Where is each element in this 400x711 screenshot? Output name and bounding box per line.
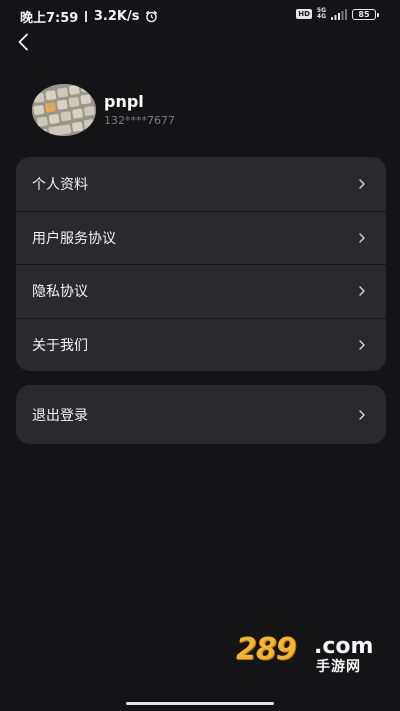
chevron-left-icon — [17, 33, 29, 51]
watermark-logo: 289 .com 手游网 — [236, 630, 380, 675]
logout-button[interactable]: 退出登录 — [16, 385, 386, 444]
network-type: 5G 4G — [317, 8, 326, 20]
watermark-subtitle: 手游网 — [316, 659, 361, 675]
status-time: 晚上7:59 — [20, 11, 79, 26]
profile-header: pnpl 132****7677 — [32, 84, 372, 136]
watermark-number: 289 — [236, 632, 297, 667]
status-bar: 晚上7:59 3.2K/s HD 5G 4G 85 — [0, 0, 400, 30]
chevron-right-icon — [358, 178, 366, 190]
battery-icon: 85 — [352, 8, 379, 20]
status-left: 晚上7:59 3.2K/s — [20, 7, 158, 26]
network-bottom: 4G — [316, 13, 326, 20]
menu-item-label: 关于我们 — [32, 337, 88, 354]
back-button[interactable] — [12, 30, 34, 54]
menu-item-user-agreement[interactable]: 用户服务协议 — [16, 210, 386, 265]
hd-badge: HD — [296, 9, 312, 19]
menu-item-label: 个人资料 — [32, 176, 88, 193]
chevron-right-icon — [358, 285, 366, 297]
avatar[interactable] — [32, 84, 96, 136]
phone-number: 132****7677 — [104, 114, 175, 127]
menu-item-label: 用户服务协议 — [32, 230, 116, 247]
chevron-right-icon — [358, 409, 366, 421]
status-separator — [85, 11, 87, 22]
alarm-icon — [145, 10, 158, 23]
menu-item-label: 隐私协议 — [32, 284, 88, 301]
menu-item-privacy-policy[interactable]: 隐私协议 — [16, 264, 386, 318]
status-right: HD 5G 4G 85 — [296, 8, 379, 20]
logout-card: 退出登录 — [16, 385, 386, 444]
chevron-right-icon — [358, 232, 366, 244]
status-speed: 3.2K/s — [93, 9, 140, 24]
username: pnpl — [104, 92, 144, 111]
home-indicator[interactable] — [126, 702, 274, 705]
menu-item-about-us[interactable]: 关于我们 — [16, 317, 386, 372]
chevron-right-icon — [358, 339, 366, 351]
signal-icon — [331, 8, 347, 20]
settings-menu: 个人资料 用户服务协议 隐私协议 关于我们 — [16, 157, 386, 371]
logout-label: 退出登录 — [32, 407, 88, 424]
menu-item-profile[interactable]: 个人资料 — [16, 157, 386, 211]
